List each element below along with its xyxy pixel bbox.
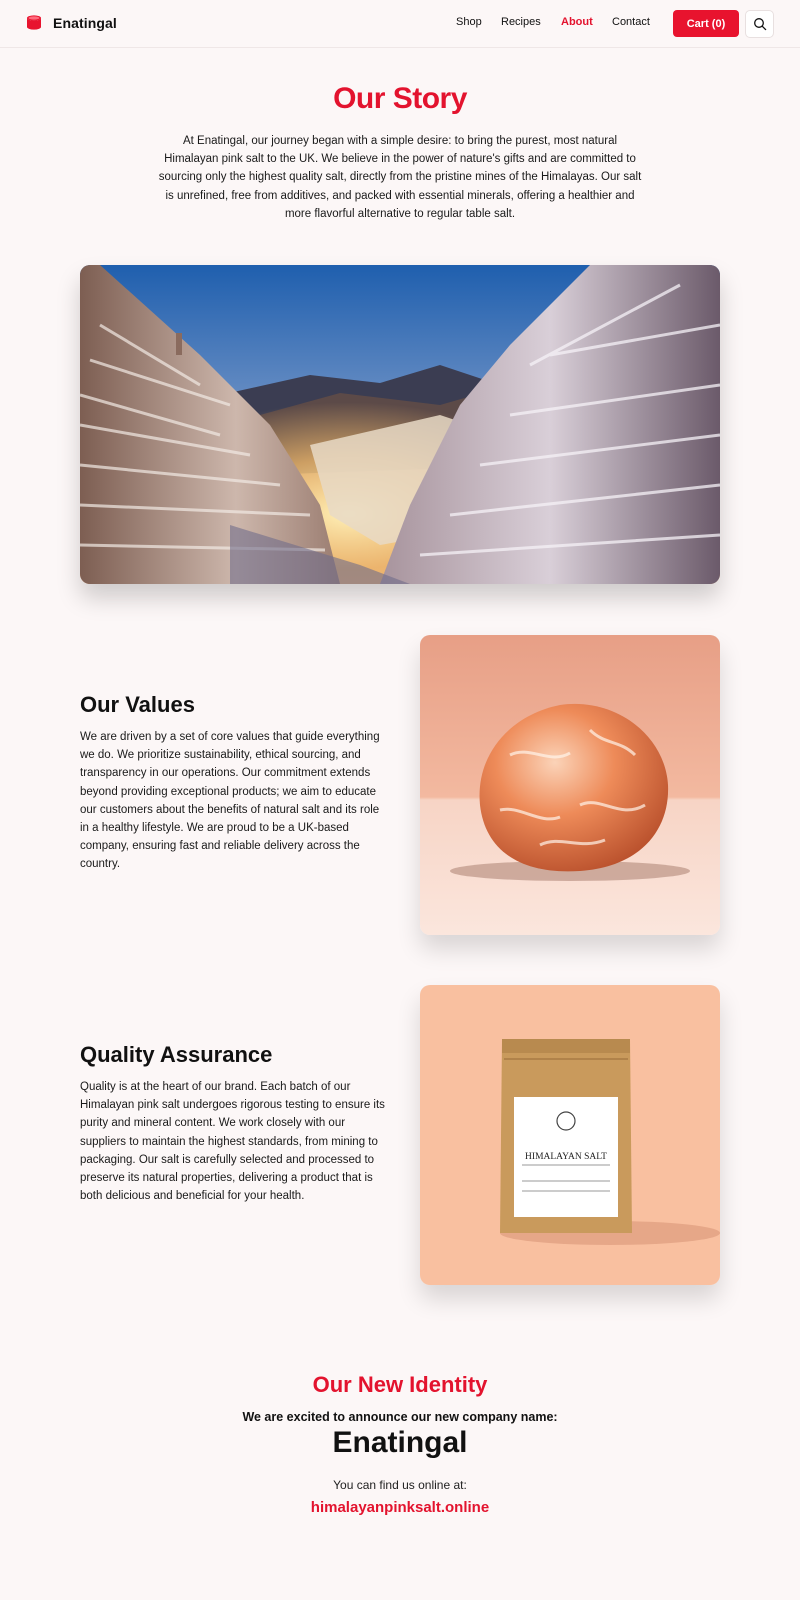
search-button[interactable] xyxy=(745,10,774,38)
nav-recipes[interactable]: Recipes xyxy=(501,16,541,28)
cart-button[interactable]: Cart (0) xyxy=(673,10,739,37)
find-us-text: You can find us online at: xyxy=(333,1478,467,1492)
salt-mine-image xyxy=(80,265,720,584)
page-title: Our Story xyxy=(333,82,467,115)
salt-jar-icon xyxy=(27,15,41,30)
nav-shop[interactable]: Shop xyxy=(456,16,482,28)
website-link[interactable]: himalayanpinksalt.online xyxy=(0,1499,800,1516)
quality-paragraph: Quality is at the heart of our brand. Ea… xyxy=(80,1081,385,1203)
nav-about[interactable]: About xyxy=(561,16,593,28)
quality-title: Quality Assurance xyxy=(80,1042,273,1067)
identity-title: Our New Identity xyxy=(312,1372,488,1397)
values-paragraph: We are driven by a set of core values th… xyxy=(80,731,380,871)
company-name: Enatingal xyxy=(332,1426,468,1459)
pouch-label-name: HIMALAYAN SALT xyxy=(525,1152,607,1162)
story-paragraph: At Enatingal, our journey began with a s… xyxy=(158,135,642,220)
salt-pouch-image: HIMALAYAN SALT xyxy=(420,985,720,1285)
pink-salt-rock-image xyxy=(420,635,720,935)
identity-announcement: We are excited to announce our new compa… xyxy=(242,1410,558,1424)
values-title: Our Values xyxy=(80,692,195,717)
nav-contact[interactable]: Contact xyxy=(612,16,650,28)
site-header: Enatingal Shop Recipes About Contact Car… xyxy=(0,0,800,48)
brand-logo[interactable]: Enatingal xyxy=(26,14,117,31)
brand-name: Enatingal xyxy=(53,14,117,31)
search-icon xyxy=(753,18,766,31)
